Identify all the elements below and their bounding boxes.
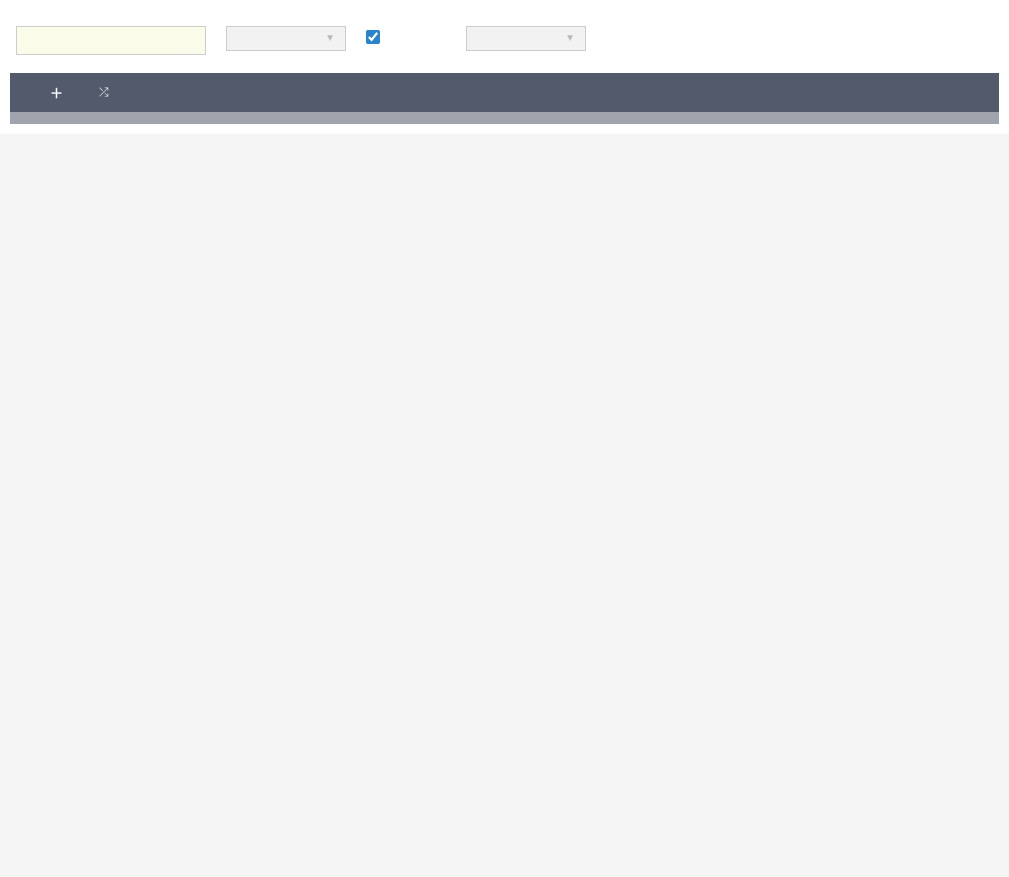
header-checkbox-row[interactable] bbox=[366, 26, 386, 44]
plus-icon: ＋ bbox=[50, 83, 63, 102]
add-item-button[interactable]: ＋ bbox=[50, 83, 69, 102]
delimiter-select[interactable]: ▼ bbox=[466, 26, 586, 51]
encoding-select[interactable]: ▼ bbox=[226, 26, 346, 51]
column-headers bbox=[10, 112, 999, 124]
format-name-input[interactable] bbox=[16, 26, 206, 55]
branch-icon: ⤮ bbox=[99, 85, 109, 100]
header-checkbox[interactable] bbox=[366, 30, 380, 44]
chevron-down-icon: ▼ bbox=[565, 33, 575, 44]
top-settings: ▼ ▼ bbox=[10, 10, 999, 73]
chevron-down-icon: ▼ bbox=[325, 33, 335, 44]
add-conditional-button[interactable]: ⤮ bbox=[99, 85, 115, 100]
dark-toolbar: ＋ ⤮ bbox=[10, 73, 999, 112]
